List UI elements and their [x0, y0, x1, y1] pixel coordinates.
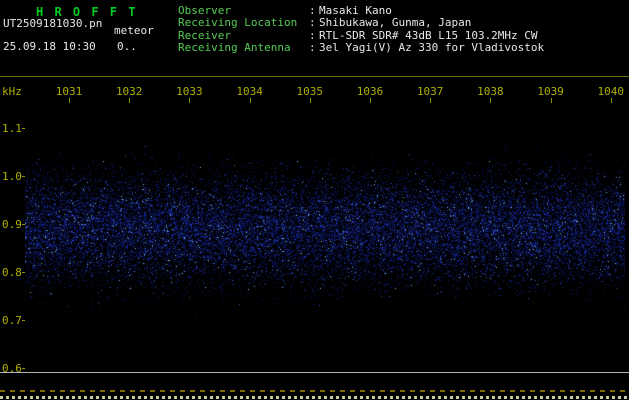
- time-tick-label: 1031: [55, 85, 83, 103]
- time-tick-label: 1035: [296, 85, 324, 103]
- header-separator-line: [0, 76, 629, 77]
- freq-tick-label: 0.9: [2, 218, 27, 231]
- info-label: Receiving Antenna: [178, 41, 291, 55]
- header-info: Observer : Masaki Kano Receiving Locatio…: [178, 4, 545, 55]
- time-tick-label: 1037: [416, 85, 444, 103]
- freq-tick-label: 0.8: [2, 266, 27, 279]
- time-tick-label: 1036: [356, 85, 384, 103]
- info-colon: :: [309, 16, 316, 30]
- time-tick-label: 1038: [477, 85, 504, 103]
- time-tick-label: 1040: [597, 85, 625, 103]
- time-tick-label: 1033: [176, 85, 203, 103]
- info-value: Shibukawa, Gunma, Japan: [319, 16, 472, 30]
- info-colon: :: [309, 41, 316, 55]
- info-value: 3el Yagi(V) Az 330 for Vladivostok: [319, 41, 545, 55]
- echo-count: 0..: [117, 40, 137, 53]
- time-tick-label: 1034: [236, 85, 263, 103]
- freq-tick-label: 1.1: [2, 122, 27, 135]
- bottom-tick-row-dim: [0, 390, 629, 392]
- info-label: Receiving Location: [178, 16, 298, 30]
- freq-tick-label: 1.0: [2, 170, 27, 183]
- spectrogram-canvas: [25, 103, 625, 372]
- time-tick-label: 1039: [537, 85, 564, 103]
- freq-tick-label: 0.7: [2, 314, 27, 327]
- info-row-location: Receiving Location : Shibukawa, Gunma, J…: [178, 16, 544, 30]
- freq-axis-unit: kHz: [2, 85, 22, 98]
- capture-datetime: 25.09.18 10:30: [3, 40, 96, 53]
- bottom-tick-row-bright: [0, 396, 629, 399]
- capture-filename: UT2509181030.pn: [3, 17, 103, 30]
- info-row-antenna: Receiving Antenna : 3el Yagi(V) Az 330 f…: [178, 41, 545, 55]
- station-name: meteor: [114, 24, 154, 37]
- hrofft-window: H R O F F T UT2509181030.pn meteor 25.09…: [0, 0, 629, 400]
- time-tick-label: 1032: [115, 85, 143, 103]
